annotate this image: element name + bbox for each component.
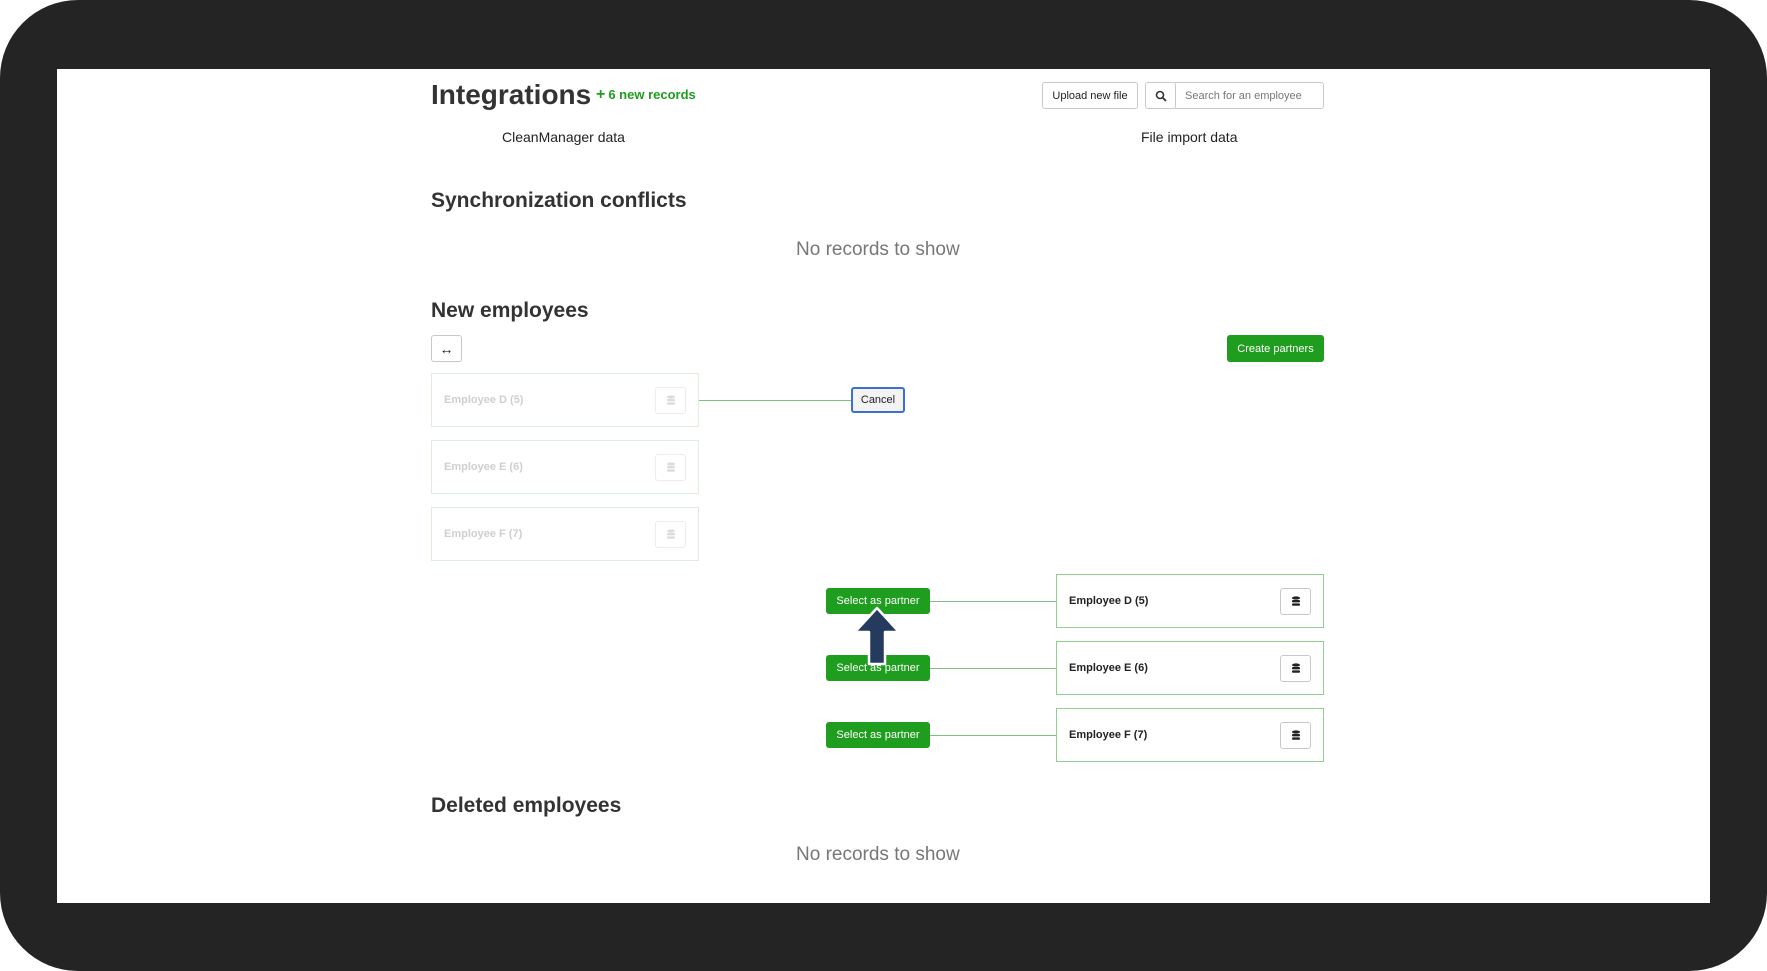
employee-name: Employee E (6) (1069, 662, 1148, 674)
database-icon[interactable] (1280, 587, 1311, 615)
database-icon (655, 520, 686, 548)
sync-conflicts-title: Synchronization conflicts (431, 189, 687, 212)
swap-icon: ↔ (439, 340, 454, 357)
deleted-employees-empty: No records to show (796, 844, 960, 865)
employee-name: Employee F (7) (444, 528, 523, 540)
employee-name: Employee D (5) (444, 394, 524, 406)
employee-name: Employee D (5) (1069, 595, 1149, 607)
swap-columns-button[interactable]: ↔ (431, 335, 462, 362)
deleted-employees-title: Deleted employees (431, 794, 622, 817)
column-label-file-import: File import data (1141, 129, 1238, 145)
employee-name: Employee F (7) (1069, 729, 1148, 741)
database-icon[interactable] (1280, 721, 1311, 749)
file-import-employee-card[interactable]: Employee F (7) (1056, 708, 1324, 762)
file-import-employee-card[interactable]: Employee E (6) (1056, 641, 1324, 695)
connector-line (699, 400, 851, 401)
search-button[interactable] (1145, 82, 1176, 109)
screen: Integrations +6 new records Upload new f… (57, 69, 1710, 903)
upload-file-button[interactable]: Upload new file (1042, 82, 1138, 109)
plus-icon: + (596, 86, 606, 103)
arrow-up-icon (853, 606, 901, 666)
sync-conflicts-empty: No records to show (796, 239, 960, 260)
search-icon (1155, 90, 1167, 102)
database-icon[interactable] (1280, 654, 1311, 682)
cancel-button[interactable]: Cancel (851, 387, 905, 413)
new-records-label: 6 new records (608, 87, 696, 102)
employee-name: Employee E (6) (444, 461, 523, 473)
connector-line (930, 601, 1058, 602)
connector-line (930, 735, 1058, 736)
database-icon (655, 453, 686, 481)
create-partners-button[interactable]: Create partners (1227, 335, 1324, 362)
database-icon (655, 386, 686, 414)
cleanmanager-employee-card[interactable]: Employee F (7) (431, 507, 699, 561)
new-employees-title: New employees (431, 299, 589, 322)
search-input[interactable]: Search for an employee (1175, 82, 1324, 109)
column-label-cleanmanager: CleanManager data (502, 129, 625, 145)
connector-line (930, 668, 1058, 669)
cleanmanager-employee-card[interactable]: Employee D (5) (431, 373, 699, 427)
file-import-employee-card[interactable]: Employee D (5) (1056, 574, 1324, 628)
page-title: Integrations (431, 79, 592, 110)
cleanmanager-employee-card[interactable]: Employee E (6) (431, 440, 699, 494)
select-as-partner-button[interactable]: Select as partner (826, 722, 930, 748)
new-records-badge: +6 new records (596, 86, 696, 104)
